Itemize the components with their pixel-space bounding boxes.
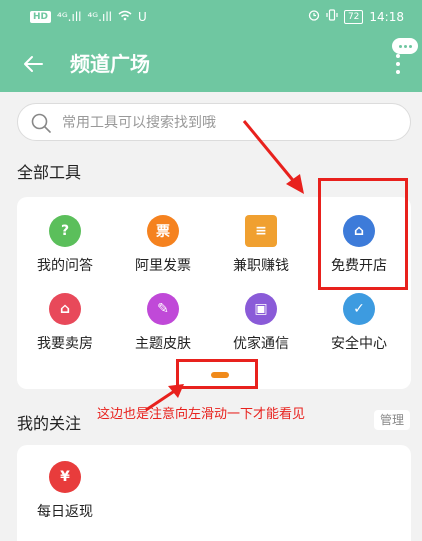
manage-button[interactable]: 管理 [374,410,410,430]
signal-icon-2: ⁴ᴳ.ıll [87,10,112,24]
back-arrow-icon [24,56,43,72]
tool-label: 主题皮肤 [135,336,191,352]
status-time: 14:18 [369,9,404,24]
shield-icon: ✓ [343,293,375,325]
wifi-icon [118,10,132,24]
search-placeholder: 常用工具可以搜索找到哦 [62,115,216,131]
cashback-calendar-icon: ¥ [49,461,81,493]
hd-indicator: HD [30,11,52,23]
tool-youjia-comm[interactable]: ▣ 优家通信 [216,293,306,353]
highlight-box-free-shop [318,178,408,290]
tool-theme-skin[interactable]: ✎ 主题皮肤 [118,293,208,353]
vibrate-icon [326,9,338,24]
status-right: 72 14:18 [308,9,404,24]
tool-label: 优家通信 [233,336,289,352]
tool-label: 我要卖房 [37,336,93,352]
house-icon: ⌂ [49,293,81,325]
more-dot [396,62,400,66]
part-time-icon: ≡ [245,215,277,247]
tool-label: 每日返现 [37,504,93,520]
search-input[interactable]: 常用工具可以搜索找到哦 [17,103,411,141]
page-title: 频道广场 [70,52,150,76]
more-dot [396,70,400,74]
follow-item-daily-cashback[interactable]: ¥ 每日返现 [20,461,110,521]
tool-label: 兼职赚钱 [233,258,289,274]
section-title-all-tools: 全部工具 [17,163,82,182]
tool-security-center[interactable]: ✓ 安全中心 [314,293,404,353]
signal-icon-1: ⁴ᴳ.ıll [57,10,82,24]
tool-label: 安全中心 [331,336,387,352]
search-icon [31,113,51,133]
status-left: HD ⁴ᴳ.ıll ⁴ᴳ.ıll U [30,10,147,24]
tool-label: 我的问答 [37,258,93,274]
tool-part-time[interactable]: ≡ 兼职赚钱 [216,215,306,275]
alarm-icon [308,9,320,24]
section-title-my-follow: 我的关注 [17,414,82,433]
tool-ali-invoice[interactable]: 票 阿里发票 [118,215,208,275]
header-bar: 频道广场 [0,36,422,92]
tool-sell-house[interactable]: ⌂ 我要卖房 [20,293,110,353]
invoice-icon: 票 [147,215,179,247]
battery-indicator: 72 [343,9,364,24]
status-bar: HD ⁴ᴳ.ıll ⁴ᴳ.ıll U 72 14:18 [0,0,422,36]
more-menu-button[interactable] [388,50,408,82]
annotation-text: 这边也是注意向左滑动一下才能看见 [97,407,306,422]
annotation-arrow-down [242,120,304,194]
message-bubble-icon[interactable] [392,38,418,54]
tool-label: 阿里发票 [135,258,191,274]
question-icon: ? [49,215,81,247]
communication-icon: ▣ [245,293,277,325]
more-dots-icon [396,54,400,58]
tool-my-qa[interactable]: ? 我的问答 [20,215,110,275]
app-status-icon: U [137,10,147,24]
follow-card: ¥ 每日返现 [17,445,411,541]
back-button[interactable] [20,50,48,78]
theme-brush-icon: ✎ [147,293,179,325]
